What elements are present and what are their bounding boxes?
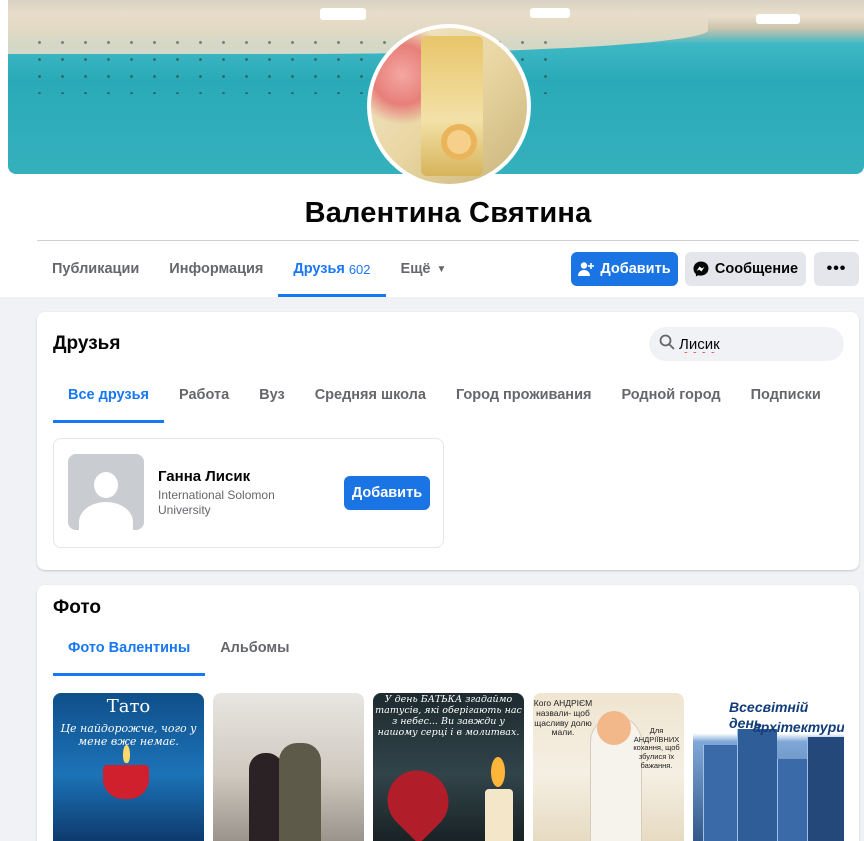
photos-section: Фото Фото Валентины Альбомы Тато Це найд… <box>37 585 859 841</box>
avatar-placeholder-head <box>94 472 118 498</box>
profile-picture[interactable] <box>367 24 531 188</box>
tab-friends[interactable]: Друзья 602 <box>278 241 386 297</box>
friend-add-button[interactable]: Добавить <box>344 476 430 510</box>
profile-header: Валентина Святина Публикации Информация … <box>0 0 864 297</box>
photo-person <box>249 753 283 841</box>
more-options-label: ••• <box>826 260 847 277</box>
messenger-icon <box>693 261 709 277</box>
profile-name: Валентина Святина <box>304 197 592 229</box>
photo-thumb[interactable]: Тато Це найдорожче, чого у мене вже нема… <box>53 693 204 841</box>
cover-boat <box>530 8 570 18</box>
tab-about-label: Информация <box>169 261 264 277</box>
message-button[interactable]: Сообщение <box>685 252 806 286</box>
photo-caption: Кого АНДРІЄМ назвали- щоб щасливу долю м… <box>533 698 593 738</box>
avatar <box>371 28 527 184</box>
friends-title: Друзья <box>53 333 121 354</box>
photos-title: Фото <box>53 597 102 618</box>
building-shape <box>703 745 737 841</box>
photo-caption: архітектури <box>753 719 844 735</box>
friends-section: Друзья Все друзья Работа Вуз Средняя шко… <box>37 312 859 570</box>
photo-caption: Це найдорожче, чого у мене вже немає. <box>60 722 197 748</box>
tab-following[interactable]: Подписки <box>736 367 836 423</box>
building-shape <box>777 759 807 841</box>
candle-flame <box>491 757 505 787</box>
heart-shape <box>374 757 462 841</box>
tab-current-city[interactable]: Город проживания <box>441 367 607 423</box>
tab-friends-label: Друзья <box>293 261 345 277</box>
friend-result: Ганна Лисик International Solomon Univer… <box>53 438 444 548</box>
person-plus-icon <box>578 261 595 277</box>
more-options-button[interactable]: ••• <box>814 252 859 286</box>
friend-name[interactable]: Ганна Лисик <box>158 468 250 485</box>
building-shape <box>737 729 777 841</box>
cover-boat <box>320 8 366 20</box>
photo-person <box>279 743 321 841</box>
tab-hometown[interactable]: Родной город <box>606 367 735 423</box>
avatar-placeholder-body <box>79 502 133 530</box>
photo-thumb[interactable]: Всесвітній день архітектури <box>693 693 844 841</box>
friend-workplace: International Solomon University <box>158 488 275 517</box>
photo-caption: Тато <box>106 696 151 717</box>
tab-posts-label: Публикации <box>52 261 140 277</box>
photo-thumb[interactable] <box>213 693 364 841</box>
photo-thumb[interactable]: У день БАТЬКА згадаймо татусів, які обер… <box>373 693 524 841</box>
tab-high-school[interactable]: Средняя школа <box>300 367 441 423</box>
photos-tabs: Фото Валентины Альбомы <box>53 620 305 676</box>
tab-college[interactable]: Вуз <box>244 367 300 423</box>
photo-grid: Тато Це найдорожче, чого у мене вже нема… <box>53 693 844 841</box>
friends-count: 602 <box>348 261 371 277</box>
friends-search[interactable] <box>649 327 844 361</box>
photo-caption: Для АНДРІЇВНИХ кохання, щоб збулися їх б… <box>633 726 680 770</box>
add-friend-button[interactable]: Добавить <box>571 252 678 286</box>
tab-work[interactable]: Работа <box>164 367 244 423</box>
friend-avatar[interactable] <box>68 454 144 530</box>
friends-filter-tabs: Все друзья Работа Вуз Средняя школа Горо… <box>53 367 836 423</box>
avatar-face <box>441 124 477 160</box>
message-label: Сообщение <box>714 261 799 277</box>
angel-head <box>597 711 631 745</box>
building-shape <box>807 737 844 841</box>
caret-down-icon: ▼ <box>436 263 447 275</box>
profile-tabs: Публикации Информация Друзья 602 Ещё ▼ <box>37 241 461 297</box>
candle <box>485 789 513 841</box>
tab-about[interactable]: Информация <box>154 241 278 297</box>
cover-boat <box>756 14 800 24</box>
tab-albums[interactable]: Альбомы <box>205 620 304 676</box>
photo-caption: У день БАТЬКА згадаймо татусів, які обер… <box>375 694 522 738</box>
tab-photos-of[interactable]: Фото Валентины <box>53 620 206 676</box>
tab-more-label: Ещё <box>400 261 431 277</box>
search-icon <box>659 334 675 355</box>
candle-flame <box>123 745 130 763</box>
tab-all-friends[interactable]: Все друзья <box>53 367 164 423</box>
photo-thumb[interactable]: Кого АНДРІЄМ назвали- щоб щасливу долю м… <box>533 693 684 841</box>
tab-posts[interactable]: Публикации <box>37 241 154 297</box>
candle <box>103 765 149 799</box>
tab-more[interactable]: Ещё ▼ <box>386 241 462 297</box>
search-input[interactable] <box>679 335 829 353</box>
add-friend-label: Добавить <box>600 261 671 277</box>
